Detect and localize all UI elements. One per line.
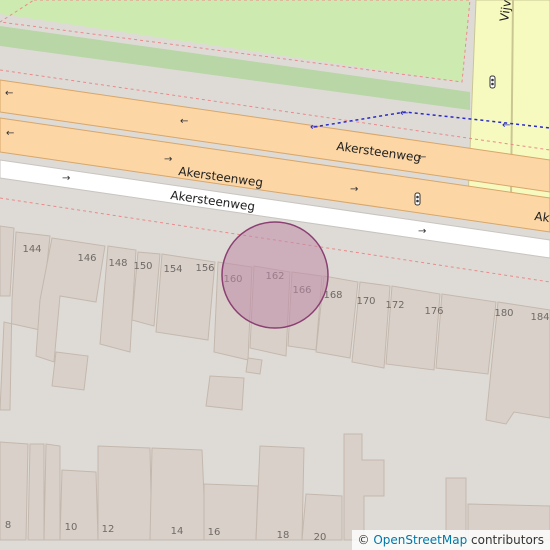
house-number: 154: [163, 264, 182, 275]
map-attribution: © OpenStreetMap contributors: [351, 530, 550, 550]
svg-text:←: ←: [400, 108, 408, 119]
house-number: 20: [314, 532, 327, 543]
house-number: 150: [133, 261, 152, 272]
house-number: 170: [356, 296, 375, 307]
house-number: 10: [65, 522, 78, 533]
house-number: 156: [195, 263, 214, 274]
house-number: 16: [208, 527, 221, 538]
location-marker[interactable]: [221, 221, 329, 329]
house-number: 148: [108, 258, 127, 269]
svg-text:→: →: [62, 173, 70, 184]
house-number: 172: [385, 300, 404, 311]
house-number: 184: [530, 312, 549, 323]
house-number: 18: [277, 530, 290, 541]
svg-text:→: →: [164, 154, 172, 165]
street-label-edge: Ak: [534, 209, 550, 225]
traffic-signal-icon-2: [414, 192, 421, 206]
copyright-symbol: ©: [357, 533, 370, 547]
osm-link[interactable]: OpenStreetMap: [373, 533, 467, 547]
house-number: 8: [5, 520, 11, 531]
svg-text:←: ←: [310, 122, 318, 133]
house-number: 146: [77, 253, 96, 264]
house-number: 14: [171, 526, 184, 537]
map-canvas[interactable]: ← ← ← → → → → ← ← ← ← Akersteenweg Akers…: [0, 0, 550, 550]
attribution-suffix: contributors: [471, 533, 544, 547]
svg-text:→: →: [350, 184, 358, 195]
house-number: 12: [102, 524, 115, 535]
svg-text:←: ←: [502, 120, 510, 131]
svg-text:←: ←: [180, 116, 188, 127]
house-number: 180: [494, 308, 513, 319]
traffic-signal-icon: [489, 75, 496, 89]
house-number: 168: [323, 290, 342, 301]
svg-text:←: ←: [5, 88, 13, 99]
house-number: 144: [22, 244, 41, 255]
svg-text:←: ←: [6, 128, 14, 139]
svg-text:→: →: [418, 226, 426, 237]
house-number: 176: [424, 306, 443, 317]
